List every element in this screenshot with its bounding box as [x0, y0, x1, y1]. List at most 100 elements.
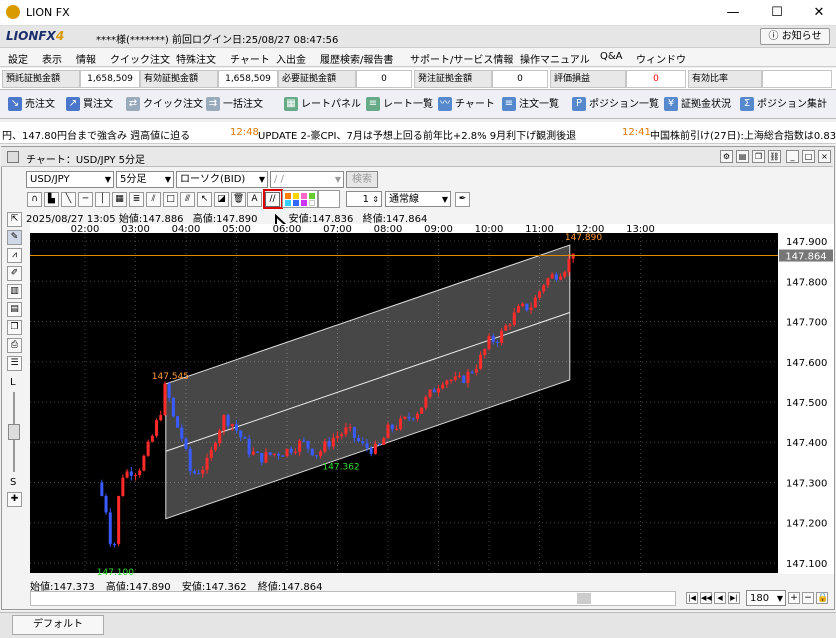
candle-body	[226, 415, 230, 427]
candle-body	[251, 451, 255, 455]
candle-body	[479, 354, 483, 369]
candle-body	[117, 495, 121, 544]
candle-body	[411, 418, 415, 420]
candle-body	[146, 441, 150, 456]
zoom-out-icon[interactable]: −	[802, 592, 814, 604]
chart-scrollbar[interactable]	[30, 591, 676, 606]
candle-body	[150, 435, 154, 442]
candle-body	[155, 420, 159, 436]
candle-body	[108, 512, 112, 544]
candle-body	[563, 272, 567, 277]
candle-body	[125, 471, 129, 478]
candle-body	[213, 443, 217, 450]
candle-body	[437, 388, 440, 393]
x-tick-label: 08:00	[374, 224, 403, 235]
zoom-select[interactable]: 180 ▼	[746, 590, 786, 606]
candle-body	[184, 438, 188, 449]
x-tick-label: 03:00	[121, 224, 150, 235]
y-tick-label: 147.100	[786, 559, 827, 570]
candle-body	[138, 470, 142, 475]
zoom-in-icon[interactable]: +	[788, 592, 800, 604]
candle-body	[209, 449, 213, 459]
candle-body	[542, 285, 546, 292]
candle-body	[344, 427, 348, 435]
y-tick-label: 147.300	[786, 478, 827, 489]
back-icon[interactable]: ◀	[714, 592, 726, 604]
candle-body	[462, 375, 466, 383]
x-tick-label: 13:00	[626, 224, 655, 235]
tab-default[interactable]: デフォルト	[12, 615, 104, 635]
x-tick-label: 09:00	[424, 224, 453, 235]
candle-body	[112, 543, 116, 545]
candle-body	[394, 428, 398, 430]
candle-body	[281, 455, 285, 457]
candle-body	[571, 253, 575, 259]
price-chart[interactable]: 02:00 03:00 04:00 05:00 06:00 07:00 08:00 09:00…	[0, 0, 836, 638]
candle-body	[516, 306, 520, 313]
x-tick-label: 07:00	[323, 224, 352, 235]
candle-body	[550, 274, 554, 279]
candle-body	[310, 448, 314, 456]
candle-body	[386, 424, 390, 439]
low-annotation: 147.100	[97, 568, 134, 578]
candle-body	[205, 458, 209, 470]
high-annotation: 147.890	[565, 233, 602, 243]
first-icon[interactable]: |◀	[686, 592, 698, 604]
candle-body	[100, 482, 104, 496]
x-tick-label: 11:00	[525, 224, 554, 235]
y-tick-label: 147.900	[786, 237, 827, 248]
candle-body	[235, 424, 238, 431]
candle-body	[306, 440, 310, 449]
candle-body	[369, 448, 373, 454]
candle-body	[230, 424, 234, 427]
y-tick-label: 147.500	[786, 398, 827, 409]
candle-body	[415, 413, 419, 420]
x-tick-label: 04:00	[172, 224, 201, 235]
candle-body	[403, 416, 407, 419]
candle-body	[424, 397, 428, 408]
current-price-label: 147.864	[785, 252, 826, 263]
candle-body	[129, 471, 133, 476]
high-annotation: 147.545	[152, 372, 189, 382]
candle-body	[466, 371, 470, 383]
candle-body	[546, 278, 550, 286]
candle-body	[357, 438, 361, 442]
candle-body	[533, 297, 537, 308]
candle-body	[453, 376, 457, 380]
candle-body	[192, 471, 196, 474]
candle-body	[302, 440, 306, 442]
last-icon[interactable]: ▶|	[728, 592, 740, 604]
candle-body	[171, 397, 175, 417]
y-tick-label: 147.700	[786, 318, 827, 329]
x-tick-label: 10:00	[475, 224, 504, 235]
layout-tab-bar	[0, 612, 836, 638]
candle-body	[134, 474, 137, 476]
candle-body	[327, 441, 331, 447]
candle-body	[504, 325, 508, 331]
candle-body	[441, 384, 445, 389]
candle-body	[390, 424, 394, 430]
candle-body	[167, 383, 171, 398]
candle-body	[319, 451, 323, 456]
candle-body	[247, 438, 251, 455]
candle-body	[470, 371, 474, 373]
candle-body	[559, 276, 563, 280]
candle-body	[407, 416, 411, 419]
scroll-thumb[interactable]	[577, 593, 591, 604]
candle-body	[483, 348, 487, 355]
lock-icon[interactable]: 🔒	[816, 592, 828, 604]
candle-body	[508, 324, 512, 326]
candle-body	[268, 452, 272, 455]
candle-body	[293, 451, 297, 453]
candle-body	[323, 441, 327, 452]
candle-body	[260, 452, 264, 463]
rewind-icon[interactable]: ◀◀	[700, 592, 712, 604]
candle-body	[449, 379, 453, 381]
candle-body	[218, 430, 222, 444]
candle-body	[538, 291, 541, 298]
candle-body	[104, 495, 108, 513]
candle-body	[197, 473, 201, 475]
candle-body	[399, 418, 403, 429]
candle-body	[487, 336, 491, 349]
candle-body	[121, 477, 125, 496]
